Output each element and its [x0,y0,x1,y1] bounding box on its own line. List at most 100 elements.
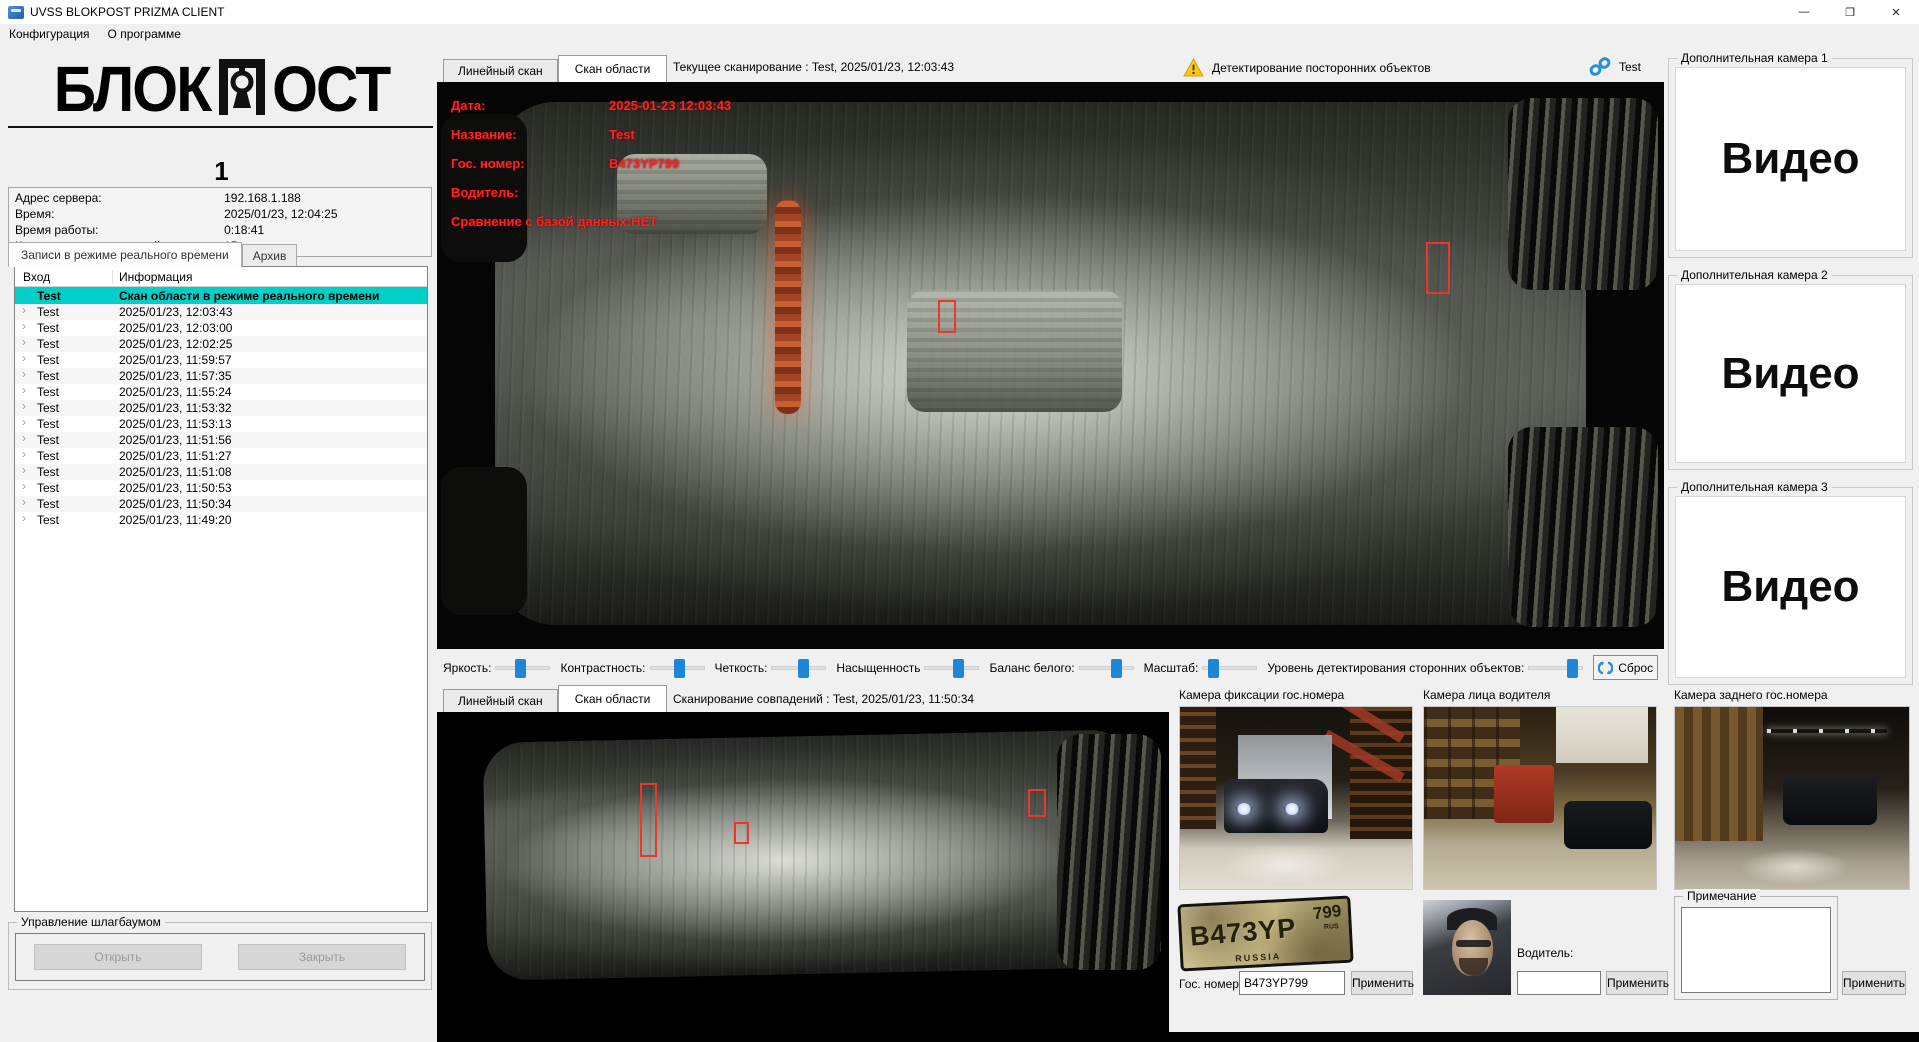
sliders: Яркость: Контрастность: Четкость: Насыще… [443,661,1593,675]
window-controls: — ❐ ✕ [1781,0,1919,24]
link-label: Test [1619,60,1641,74]
minimize-button[interactable]: — [1781,0,1827,24]
plate-country-label: RUSSIA [1235,951,1281,963]
record-row[interactable]: › Test 2025/01/23, 11:50:34 [15,496,427,512]
expand-chevron-icon[interactable]: › [22,303,26,317]
records-tab[interactable]: Записи в режиме реального времени [8,242,242,267]
barrier-button[interactable]: Открыть [34,944,202,970]
records-tab[interactable]: Архив [242,244,298,267]
record-row[interactable]: › Test 2025/01/23, 11:49:20 [15,512,427,528]
note-textarea[interactable] [1681,907,1831,993]
slider-thumb[interactable] [515,659,526,678]
record-row[interactable]: › Test 2025/01/23, 11:59:57 [15,352,427,368]
expand-chevron-icon[interactable]: › [22,399,26,413]
slider-label: Контрастность: [560,661,645,675]
record-row[interactable]: › Test 2025/01/23, 11:57:35 [15,368,427,384]
close-button[interactable]: ✕ [1873,0,1919,24]
record-name: Test [15,321,113,335]
records-table-header: Вход Информация [15,267,427,287]
expand-chevron-icon[interactable]: › [22,447,26,461]
expand-chevron-icon[interactable]: › [22,367,26,381]
scan-tab[interactable]: Линейный скан [443,59,558,82]
adjustment-slider: Четкость: [715,661,827,675]
adjustment-slider: Яркость: [443,661,550,675]
camera-photo-detail [1564,801,1652,849]
camera-photo-detail [1675,707,1763,841]
record-name: Test [15,289,113,303]
scan-tab[interactable]: Скан области [558,685,668,712]
record-name: Test [15,385,113,399]
record-row[interactable]: › Test 2025/01/23, 11:51:56 [15,432,427,448]
slider-track[interactable] [1202,666,1257,670]
image-adjustments-bar: Яркость: Контрастность: Четкость: Насыще… [437,649,1664,686]
scan-tab[interactable]: Скан области [558,55,668,82]
expand-chevron-icon[interactable]: › [22,415,26,429]
expand-chevron-icon[interactable]: › [22,431,26,445]
slider-thumb[interactable] [1208,659,1219,678]
scan-tab[interactable]: Линейный скан [443,689,558,712]
overlay-value: B473YP799 [609,156,679,171]
connection-link[interactable]: Test [1589,57,1641,77]
record-row[interactable]: › Test 2025/01/23, 11:51:08 [15,464,427,480]
record-row[interactable]: › Test 2025/01/23, 11:55:24 [15,384,427,400]
reset-button[interactable]: Сброс [1593,655,1658,680]
slider-track[interactable] [1079,666,1134,670]
slider-track[interactable] [650,666,705,670]
camera-title: Камера заднего гос.номера [1674,688,1910,704]
camera-title: Камера лица водителя [1423,688,1657,704]
camera-photo-detail [1180,707,1216,829]
camera-photo [1423,706,1657,890]
record-row[interactable]: › Test 2025/01/23, 12:03:00 [15,320,427,336]
apply-plate-button[interactable]: Применить [1351,971,1413,995]
slider-track[interactable] [495,666,550,670]
record-row[interactable]: › Test 2025/01/23, 11:51:27 [15,448,427,464]
expand-chevron-icon[interactable]: › [22,351,26,365]
record-name: Test [15,465,113,479]
menu-item[interactable]: О программе [99,25,190,43]
detection-box [640,783,657,857]
slider-thumb[interactable] [953,659,964,678]
slider-thumb[interactable] [1111,659,1122,678]
apply-driver-button[interactable]: Применить [1606,971,1668,995]
menu-item[interactable]: Конфигурация [0,25,99,43]
detection-label: Детектирование посторонних объектов [1212,61,1431,75]
barrier-button[interactable]: Закрыть [238,944,406,970]
expand-chevron-icon[interactable]: › [22,319,26,333]
expand-chevron-icon[interactable]: › [22,383,26,397]
left-panel: БЛОК ОСТ 1 Адрес сервера: 192.168.1.188 [6,44,437,1042]
record-row[interactable]: › Test 2025/01/23, 12:02:25 [15,336,427,352]
slider-track[interactable] [1528,666,1583,670]
slider-track[interactable] [924,666,979,670]
detection-indicator: Детектирование посторонних объектов [1183,58,1431,77]
match-scan-viewport[interactable] [437,712,1169,1042]
selected-record-row[interactable]: Test Скан области в режиме реального вре… [15,287,427,304]
slider-thumb[interactable] [798,659,809,678]
plate-number-input[interactable] [1239,971,1345,995]
record-row[interactable]: › Test 2025/01/23, 11:53:32 [15,400,427,416]
expand-chevron-icon[interactable]: › [22,479,26,493]
driver-name-input[interactable] [1517,971,1601,995]
plate-region-code: 799 [1312,901,1343,924]
slider-track[interactable] [771,666,826,670]
apply-note-button[interactable]: Применить [1842,971,1906,995]
slider-label: Уровень детектирования сторонних объекто… [1267,661,1524,675]
slider-thumb[interactable] [674,659,685,678]
record-row[interactable]: › Test 2025/01/23, 12:03:43 [15,304,427,320]
plate-rus-label: RUS [1324,923,1339,931]
maximize-button[interactable]: ❐ [1827,0,1873,24]
record-name: Test [15,401,113,415]
expand-chevron-icon[interactable]: › [22,495,26,509]
main-scan-viewport[interactable]: Дата:2025-01-23 12:03:43 Название:Test Г… [437,82,1664,649]
license-plate-photo: B473YP 799 RUS RUSSIA [1177,896,1353,972]
overlay-row: Гос. номер:B473YP799 [451,156,731,171]
expand-chevron-icon[interactable]: › [22,511,26,525]
camera-section: Камера фиксации гос.номера [1179,688,1413,890]
record-row[interactable]: › Test 2025/01/23, 11:50:53 [15,480,427,496]
expand-chevron-icon[interactable]: › [22,335,26,349]
expand-chevron-icon[interactable]: › [22,463,26,477]
scan-top-tabs: Линейный сканСкан области [443,55,667,82]
record-row[interactable]: › Test 2025/01/23, 11:53:13 [15,416,427,432]
slider-thumb[interactable] [1567,659,1578,678]
slider-label: Масштаб: [1144,661,1199,675]
overlay-label: Сравнение с базой данных: [451,214,631,229]
